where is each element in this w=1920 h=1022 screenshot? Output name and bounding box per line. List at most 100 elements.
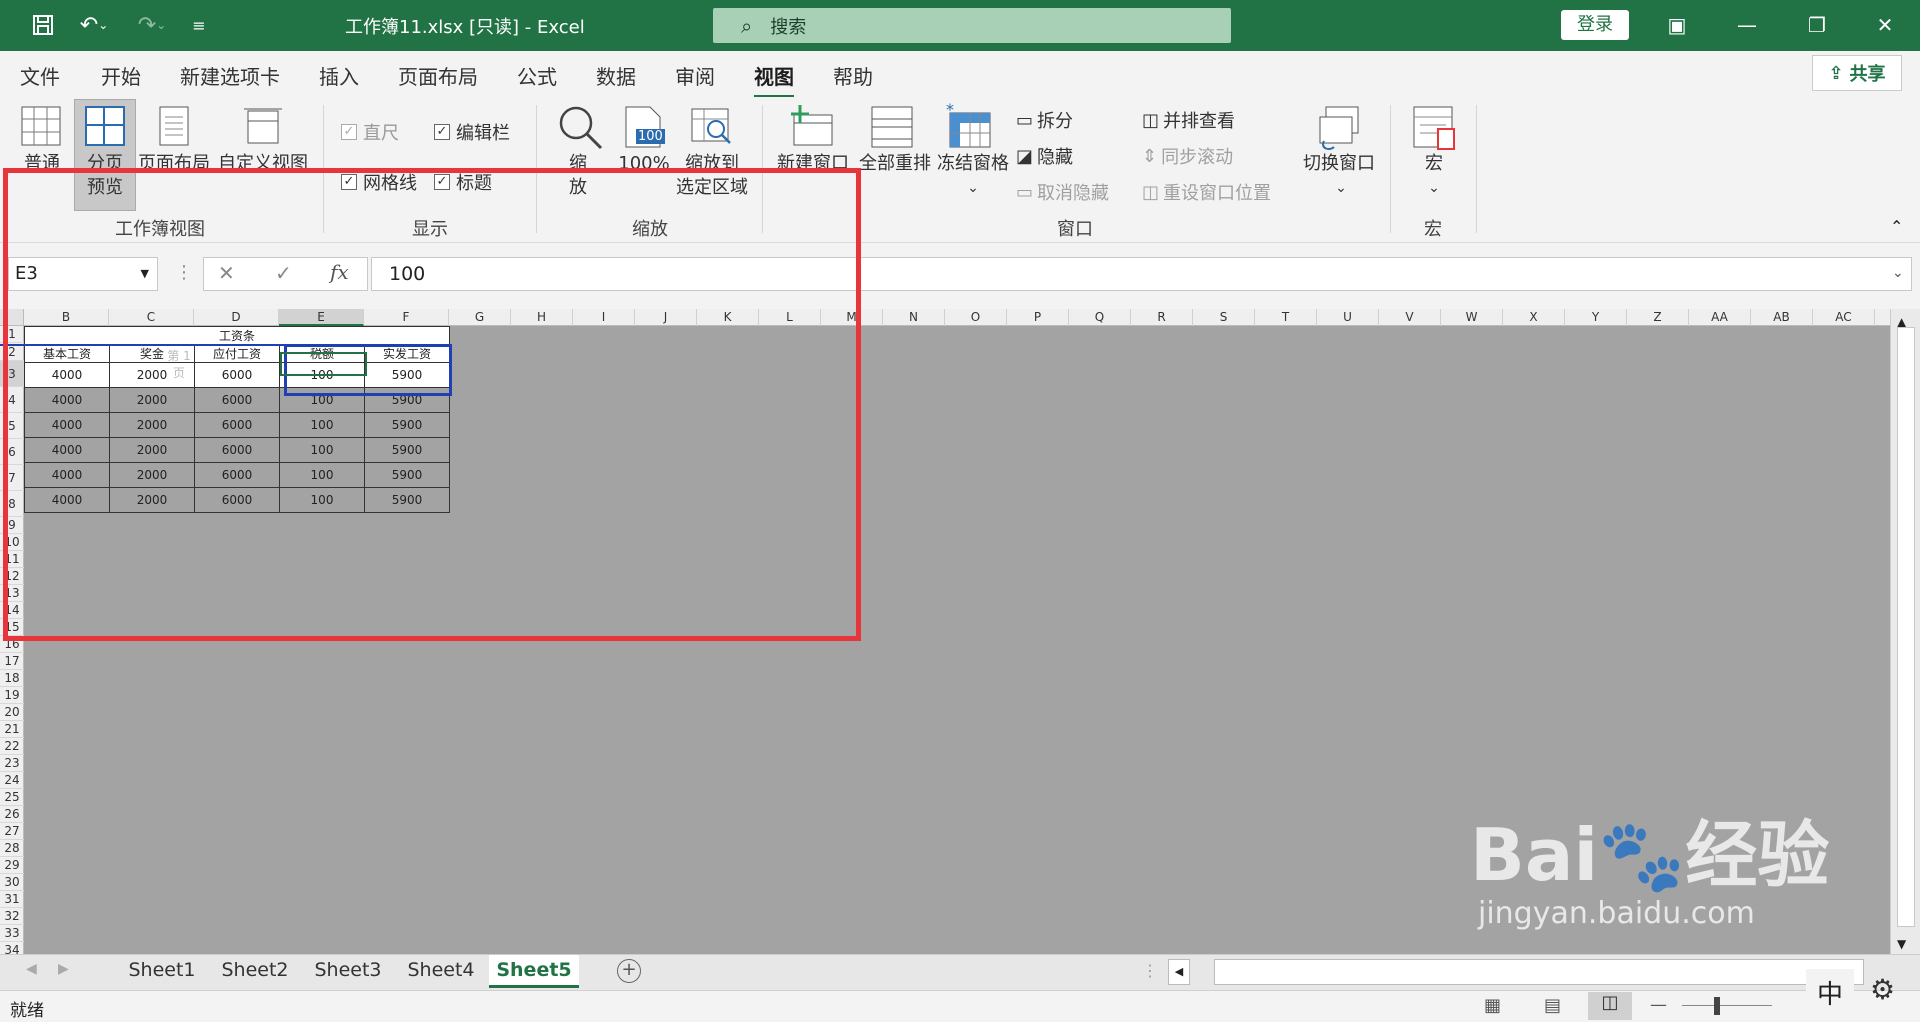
login-button[interactable]: 登录 — [1561, 10, 1629, 40]
save-icon[interactable] — [26, 10, 60, 40]
ribbon-display-icon[interactable]: ▣ — [1657, 10, 1697, 40]
column-header[interactable]: N — [883, 309, 945, 326]
new-window-icon[interactable] — [788, 105, 836, 151]
vertical-scrollbar[interactable]: ▲ ▼ — [1890, 309, 1920, 954]
reset-position-button[interactable]: ◫ 重设窗口位置 — [1142, 179, 1271, 205]
unhide-button[interactable]: ▭ 取消隐藏 — [1016, 179, 1109, 205]
undo-icon[interactable]: ↶ ⌄ — [70, 10, 118, 40]
freeze-panes-button[interactable]: 冻结窗格 — [934, 153, 1012, 175]
ruler-checkbox[interactable]: ✓ 直尺 — [341, 119, 399, 145]
column-header[interactable]: AA — [1689, 309, 1751, 326]
macros-button[interactable]: 宏 — [1412, 153, 1456, 175]
tab-view[interactable]: 视图 — [754, 61, 794, 98]
scroll-left-icon[interactable]: ◀ — [1168, 959, 1190, 985]
sheet-tab-4[interactable]: Sheet4 — [396, 955, 486, 988]
column-header[interactable]: AB — [1751, 309, 1813, 326]
row-header[interactable]: 20 — [0, 704, 24, 721]
tab-insert[interactable]: 插入 — [319, 61, 359, 90]
arrange-all-icon[interactable] — [870, 105, 914, 153]
column-header[interactable]: W — [1441, 309, 1503, 326]
row-header[interactable]: 22 — [0, 738, 24, 755]
split-button[interactable]: ▭ 拆分 — [1016, 107, 1073, 133]
zoom-slider[interactable] — [1682, 1005, 1772, 1006]
row-header[interactable]: 28 — [0, 840, 24, 857]
column-header[interactable]: X — [1503, 309, 1565, 326]
column-header[interactable]: O — [945, 309, 1007, 326]
ime-indicator[interactable]: 中 — [1806, 969, 1854, 1021]
zoom-slider-thumb[interactable] — [1714, 997, 1720, 1015]
row-header[interactable]: 26 — [0, 806, 24, 823]
zoom-out-icon[interactable]: — — [1650, 995, 1667, 1015]
settings-icon[interactable]: ⚙ — [1870, 973, 1895, 1006]
row-header[interactable]: 21 — [0, 721, 24, 738]
macros-icon[interactable] — [1412, 105, 1458, 155]
scroll-thumb[interactable] — [1897, 327, 1915, 927]
tab-home[interactable]: 开始 — [101, 61, 141, 90]
row-header[interactable]: 18 — [0, 670, 24, 687]
column-header[interactable]: U — [1317, 309, 1379, 326]
chevron-down-icon[interactable]: ⌄ — [1330, 177, 1352, 199]
chevron-down-icon[interactable]: ⌄ — [1424, 177, 1444, 199]
row-header[interactable]: 33 — [0, 925, 24, 942]
switch-windows-icon[interactable] — [1316, 105, 1362, 155]
tab-page-layout[interactable]: 页面布局 — [398, 61, 478, 90]
customize-qat-icon[interactable]: ≡ — [186, 10, 212, 40]
page-layout-icon[interactable] — [158, 105, 190, 151]
sheet-tab-5[interactable]: Sheet5 — [489, 955, 579, 988]
next-sheet-icon[interactable]: ▶ — [58, 961, 69, 977]
close-icon[interactable]: ✕ — [1865, 10, 1905, 40]
page-layout-icon[interactable]: ▤ — [1544, 995, 1561, 1016]
horizontal-scrollbar[interactable] — [1214, 959, 1864, 985]
column-header[interactable]: V — [1379, 309, 1441, 326]
row-header[interactable]: 19 — [0, 687, 24, 704]
column-header[interactable]: Z — [1627, 309, 1689, 326]
normal-view-icon[interactable] — [20, 105, 62, 147]
page-break-view-icon[interactable]: ◫ — [1588, 992, 1632, 1020]
collapse-ribbon-icon[interactable]: ⌃ — [1890, 217, 1903, 236]
side-by-side-button[interactable]: ◫ 并排查看 — [1142, 107, 1235, 133]
scroll-down-icon[interactable]: ▼ — [1897, 937, 1906, 951]
sheet-tab-1[interactable]: Sheet1 — [117, 955, 207, 988]
zoom-to-selection-icon[interactable] — [690, 107, 734, 151]
row-header[interactable]: 27 — [0, 823, 24, 840]
row-header[interactable]: 23 — [0, 755, 24, 772]
row-header[interactable]: 29 — [0, 857, 24, 874]
column-header[interactable]: S — [1193, 309, 1255, 326]
custom-views-icon[interactable] — [242, 105, 284, 151]
tab-help[interactable]: 帮助 — [833, 61, 873, 90]
minimize-icon[interactable]: — — [1727, 10, 1767, 40]
restore-icon[interactable]: ❐ — [1797, 10, 1837, 40]
tab-review[interactable]: 审阅 — [675, 61, 715, 90]
zoom-icon[interactable] — [556, 103, 604, 155]
row-header[interactable]: 31 — [0, 891, 24, 908]
search-box[interactable]: ⌕ 搜索 — [713, 8, 1231, 43]
more-icon[interactable]: ⋮ — [1142, 961, 1158, 980]
row-header[interactable]: 32 — [0, 908, 24, 925]
formula-bar-checkbox[interactable]: ✓ 编辑栏 — [434, 119, 510, 145]
zoom-100-icon[interactable]: 100 — [622, 105, 666, 149]
tab-new[interactable]: 新建选项卡 — [180, 61, 280, 90]
row-header[interactable]: 17 — [0, 653, 24, 670]
arrange-all-button[interactable]: 全部重排 — [856, 153, 934, 175]
column-header[interactable]: Y — [1565, 309, 1627, 326]
row-header[interactable]: 24 — [0, 772, 24, 789]
column-header[interactable]: R — [1131, 309, 1193, 326]
prev-sheet-icon[interactable]: ◀ — [26, 961, 37, 977]
redo-icon[interactable]: ↷ ⌄ — [128, 10, 176, 40]
freeze-panes-icon[interactable]: * — [946, 100, 994, 153]
row-header[interactable]: 34 — [0, 942, 24, 954]
tab-file[interactable]: 文件 — [20, 61, 60, 90]
share-button[interactable]: ⇪ 共享 — [1812, 55, 1902, 91]
expand-formula-icon[interactable]: ⌄ — [1892, 265, 1904, 281]
tab-formulas[interactable]: 公式 — [517, 61, 557, 90]
tab-data[interactable]: 数据 — [596, 61, 636, 90]
sheet-tab-2[interactable]: Sheet2 — [210, 955, 300, 988]
switch-windows-button[interactable]: 切换窗口 — [1298, 153, 1380, 175]
sheet-tab-3[interactable]: Sheet3 — [303, 955, 393, 988]
sync-scroll-button[interactable]: ⇕ 同步滚动 — [1142, 143, 1233, 169]
hide-button[interactable]: ◪ 隐藏 — [1016, 143, 1073, 169]
chevron-down-icon[interactable]: ⌄ — [962, 177, 984, 199]
normal-view-icon[interactable]: ▦ — [1484, 995, 1501, 1016]
column-header[interactable]: Q — [1069, 309, 1131, 326]
add-sheet-icon[interactable]: + — [617, 959, 641, 983]
